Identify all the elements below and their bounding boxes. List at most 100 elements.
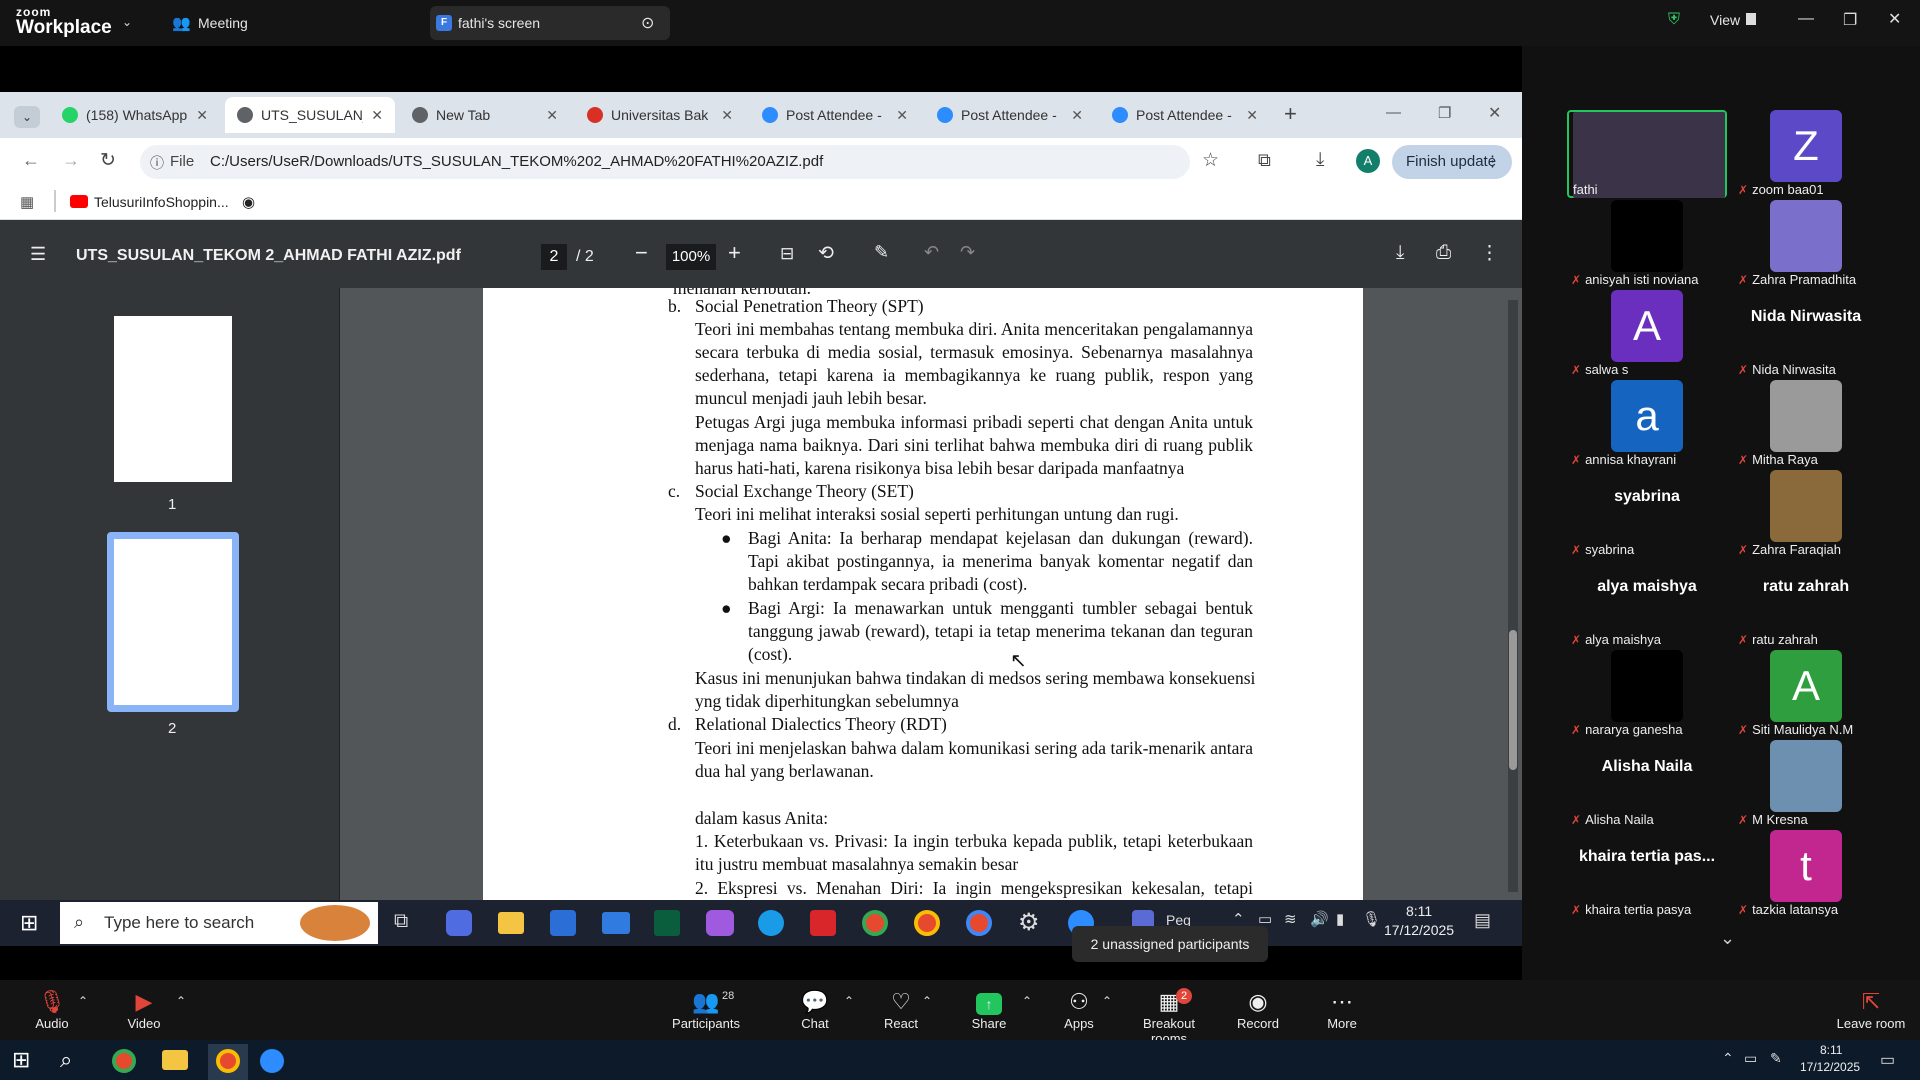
wps-icon[interactable] xyxy=(810,910,836,936)
participant-tile[interactable]: Z ✗ zoom baa01 xyxy=(1726,110,1886,198)
meeting-label[interactable]: Meeting xyxy=(198,15,248,31)
back-icon[interactable]: ← xyxy=(22,150,40,171)
browser-close-icon[interactable]: ✕ xyxy=(1488,103,1501,123)
participants-button[interactable]: 👥 Participants xyxy=(661,988,751,1031)
participant-tile[interactable]: ✗ nararya ganesha xyxy=(1567,650,1727,738)
maximize-icon[interactable]: ❐ xyxy=(1843,10,1857,30)
audition-icon[interactable] xyxy=(654,910,680,936)
browser-tab[interactable]: (158) WhatsApp ✕ xyxy=(50,97,220,133)
participant-tile[interactable]: a ✗ annisa khayrani xyxy=(1567,380,1727,468)
participant-tile[interactable]: khaira tertia pas... ✗ khaira tertia pasya xyxy=(1567,830,1727,918)
participant-tile[interactable]: A ✗ Siti Maulidya N.M xyxy=(1726,650,1886,738)
tab-close-icon[interactable]: ✕ xyxy=(1071,107,1083,124)
participant-tile[interactable]: ✗ M Kresna xyxy=(1726,740,1886,828)
tray-chevron-icon-outer[interactable]: ⌃ xyxy=(1722,1050,1734,1067)
globe-icon[interactable]: ◉ xyxy=(242,193,255,211)
chrome-icon-3[interactable] xyxy=(966,910,992,936)
breakout-rooms-button[interactable]: ▦ Breakout rooms xyxy=(1124,988,1214,1046)
participant-tile[interactable]: ✗ anisyah isti noviana xyxy=(1567,200,1727,288)
bookmark-item[interactable]: TelusuriInfoShoppin... xyxy=(94,194,229,210)
taskbar-chrome-icon-2[interactable] xyxy=(216,1049,240,1073)
audio-options-icon[interactable]: ⌃ xyxy=(78,994,88,1008)
more-button[interactable]: ⋯ More xyxy=(1297,988,1387,1031)
pdf-scrollbar[interactable] xyxy=(1508,300,1518,892)
browser-tab[interactable]: Universitas Bak ✕ xyxy=(575,97,745,133)
store-icon[interactable] xyxy=(550,910,576,936)
record-button[interactable]: ◉ Record xyxy=(1213,988,1303,1031)
browser-tab[interactable]: UTS_SUSULAN_ ✕ xyxy=(225,97,395,133)
mail-icon[interactable] xyxy=(602,912,630,934)
profile-avatar[interactable]: A xyxy=(1356,149,1380,173)
taskbar-chrome-icon[interactable] xyxy=(112,1049,136,1073)
taskbar-zoom-icon[interactable] xyxy=(260,1049,284,1073)
browser-tab[interactable]: Post Attendee - ✕ xyxy=(750,97,920,133)
browser-minimize-icon[interactable]: — xyxy=(1386,104,1401,121)
participant-tile[interactable]: Alisha Naila ✗ Alisha Naila xyxy=(1567,740,1727,828)
redo-icon[interactable]: ↷ xyxy=(960,242,975,263)
participant-tile[interactable]: Nida Nirwasita ✗ Nida Nirwasita xyxy=(1726,290,1886,378)
chevron-down-icon[interactable]: ⌄ xyxy=(122,15,132,29)
tab-close-icon[interactable]: ✕ xyxy=(371,107,383,124)
participant-tile[interactable]: fathi xyxy=(1567,110,1727,198)
file-explorer-icon[interactable] xyxy=(498,912,524,934)
chrome-icon[interactable] xyxy=(862,910,888,936)
minimize-icon[interactable]: — xyxy=(1798,10,1814,28)
react-button[interactable]: ♡ React xyxy=(856,988,946,1031)
notification-center-icon[interactable]: ▭ xyxy=(1880,1050,1895,1070)
zoom-out-icon[interactable]: − xyxy=(635,240,648,266)
react-options-icon[interactable]: ⌃ xyxy=(922,994,932,1008)
apps-grid-icon[interactable]: ▦ xyxy=(20,193,34,211)
tab-close-icon[interactable]: ✕ xyxy=(546,107,558,124)
zoom-in-icon[interactable]: + xyxy=(728,240,741,266)
download-icon[interactable]: ⤓ xyxy=(1316,149,1324,171)
forward-icon[interactable]: → xyxy=(62,150,80,171)
tab-close-icon[interactable]: ✕ xyxy=(721,107,733,124)
apps-options-icon[interactable]: ⌃ xyxy=(1102,994,1112,1008)
view-button[interactable]: ⛨ View xyxy=(1668,8,1770,34)
gallery-next-icon[interactable]: ⌄ xyxy=(1720,928,1735,949)
tab-close-icon[interactable]: ✕ xyxy=(1246,107,1258,124)
participant-tile[interactable]: A ✗ salwa s xyxy=(1567,290,1727,378)
print-icon[interactable]: ⎙ xyxy=(1436,242,1451,264)
page-number-input[interactable]: 2 xyxy=(541,244,567,270)
star-icon[interactable]: ☆ xyxy=(1202,149,1219,172)
pdf-download-icon[interactable]: ⤓ xyxy=(1396,242,1404,264)
video-options-icon[interactable]: ⌃ xyxy=(176,994,186,1008)
reload-icon[interactable]: ↻ xyxy=(100,149,116,172)
tab-search-icon[interactable]: ⌄ xyxy=(14,106,40,128)
finish-update-button[interactable]: Finish update ⋮ xyxy=(1392,145,1512,179)
menu-icon[interactable]: ☰ xyxy=(30,244,46,265)
browser-tab[interactable]: New Tab ✕ xyxy=(400,97,570,133)
extensions-icon[interactable]: ⧉ xyxy=(1258,150,1271,171)
participant-tile[interactable]: ✗ Zahra Pramadhita xyxy=(1726,200,1886,288)
zoom-level-input[interactable]: 100% xyxy=(666,244,716,270)
task-view-icon[interactable]: ⧉ xyxy=(394,910,408,933)
browser-restore-icon[interactable]: ❐ xyxy=(1438,104,1451,122)
leave-room-button[interactable]: ⇱ Leave room xyxy=(1826,988,1916,1031)
new-tab-icon[interactable]: + xyxy=(1284,101,1297,127)
participant-tile[interactable]: ✗ Zahra Faraqiah xyxy=(1726,470,1886,558)
fit-page-icon[interactable]: ⊟ xyxy=(780,244,794,264)
page-thumbnail-2[interactable] xyxy=(114,539,232,705)
participant-tile[interactable]: ✗ Mitha Raya xyxy=(1726,380,1886,468)
m365-icon[interactable] xyxy=(706,910,734,936)
share-button[interactable]: ↑ Share xyxy=(944,988,1034,1031)
options-icon[interactable]: ⊙ xyxy=(641,13,654,33)
chat-options-icon[interactable]: ⌃ xyxy=(844,994,854,1008)
rotate-icon[interactable]: ⟲ xyxy=(818,242,834,265)
notification-icon[interactable]: ▤ xyxy=(1474,910,1491,931)
settings-icon[interactable]: ⚙ xyxy=(1018,908,1040,937)
participant-tile[interactable]: ratu zahrah ✗ ratu zahrah xyxy=(1726,560,1886,648)
screen-share-tab[interactable]: F fathi's screen ⊙ xyxy=(430,6,670,40)
tab-close-icon[interactable]: ✕ xyxy=(896,107,908,124)
more-options-icon[interactable]: ⋮ xyxy=(1480,242,1499,265)
page-thumbnail-1[interactable] xyxy=(114,316,232,482)
draw-icon[interactable]: ✎ xyxy=(874,242,889,263)
copilot-icon[interactable] xyxy=(446,910,472,936)
close-icon[interactable]: ✕ xyxy=(1888,9,1901,29)
participant-tile[interactable]: syabrina ✗ syabrina xyxy=(1567,470,1727,558)
scrollbar-thumb[interactable] xyxy=(1509,630,1517,770)
undo-icon[interactable]: ↶ xyxy=(924,242,939,263)
participant-tile[interactable]: t ✗ tazkia latansya xyxy=(1726,830,1886,918)
chrome-icon-2[interactable] xyxy=(914,910,940,936)
